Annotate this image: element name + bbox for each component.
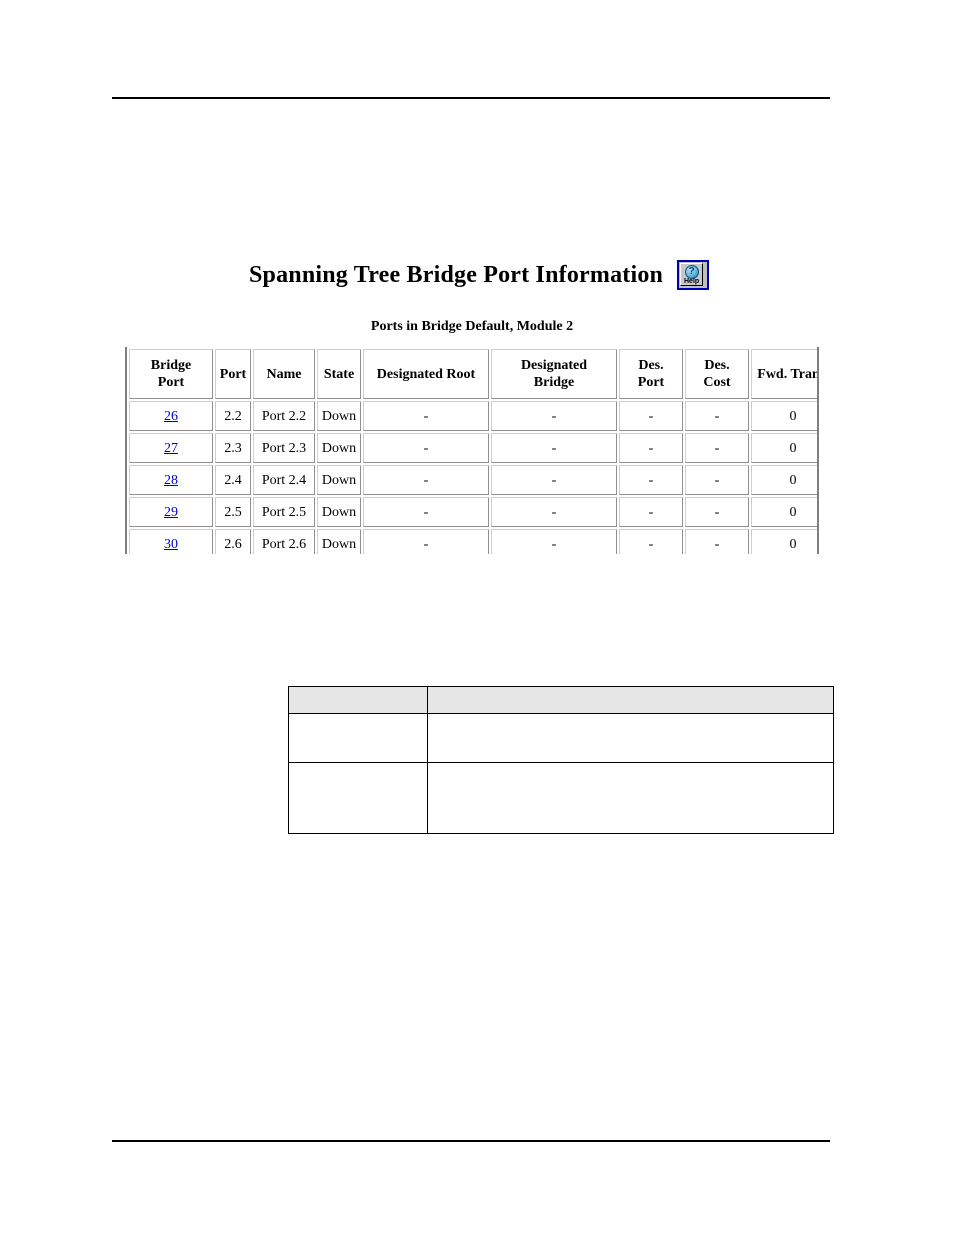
question-mark-icon: ?: [684, 265, 699, 279]
cell-designated-bridge: -: [491, 433, 617, 463]
help-button[interactable]: ? Help: [677, 260, 710, 290]
cell-des-cost: -: [685, 529, 749, 554]
cell-designated-root: -: [363, 465, 489, 495]
bridge-port-link[interactable]: 29: [164, 505, 178, 520]
cell-designated-bridge: -: [491, 401, 617, 431]
cell-fwd-trans: 0: [751, 433, 817, 463]
header-line: Port: [157, 375, 185, 390]
table-header-row: Bridge Port Port Name State Designated R…: [129, 349, 817, 399]
column-header-port: Port: [215, 349, 251, 399]
cell-designated-root: -: [363, 529, 489, 554]
cell-name: Port 2.3: [253, 433, 315, 463]
cell-bridge-port: 26: [129, 401, 213, 431]
cell-bridge-port: 30: [129, 529, 213, 554]
cell-state: Down: [317, 529, 361, 554]
table-row: 27 2.3 Port 2.3 Down - - - - 0: [129, 433, 817, 463]
cell-port: 2.4: [215, 465, 251, 495]
description-table: [288, 686, 834, 834]
description-cell-label: [288, 713, 428, 763]
column-header-bridge-port: Bridge Port: [129, 349, 213, 399]
cell-state: Down: [317, 433, 361, 463]
table-row: 29 2.5 Port 2.5 Down - - - - 0: [129, 497, 817, 527]
cell-bridge-port: 27: [129, 433, 213, 463]
column-header-des-port: Des. Port: [619, 349, 683, 399]
header-line: Bridge: [150, 358, 192, 373]
cell-state: Down: [317, 497, 361, 527]
column-header-name: Name: [253, 349, 315, 399]
cell-name: Port 2.4: [253, 465, 315, 495]
cell-fwd-trans: 0: [751, 401, 817, 431]
cell-des-port: -: [619, 465, 683, 495]
header-line: Des.: [704, 358, 730, 373]
column-header-state: State: [317, 349, 361, 399]
description-cell-value: [427, 713, 834, 763]
screen-title-row: Spanning Tree Bridge Port Information ? …: [249, 260, 710, 290]
cell-designated-root: -: [363, 497, 489, 527]
cell-designated-bridge: -: [491, 497, 617, 527]
page-footer-rule: [112, 1140, 830, 1142]
cell-name: Port 2.2: [253, 401, 315, 431]
table-row: 30 2.6 Port 2.6 Down - - - - 0: [129, 529, 817, 554]
cell-des-port: -: [619, 433, 683, 463]
cell-fwd-trans: 0: [751, 529, 817, 554]
cell-designated-bridge: -: [491, 529, 617, 554]
cell-state: Down: [317, 401, 361, 431]
cell-des-port: -: [619, 497, 683, 527]
description-cell-label: [288, 762, 428, 834]
column-header-fwd-trans: Fwd. Trans.: [751, 349, 817, 399]
bridge-port-link[interactable]: 27: [164, 441, 178, 456]
bridge-port-table: Bridge Port Port Name State Designated R…: [127, 347, 817, 554]
help-button-face: ? Help: [680, 263, 704, 286]
cell-designated-root: -: [363, 401, 489, 431]
table-row: 26 2.2 Port 2.2 Down - - - - 0: [129, 401, 817, 431]
cell-bridge-port: 28: [129, 465, 213, 495]
description-table-row: [288, 762, 834, 834]
header-line: Des.: [638, 358, 664, 373]
cell-des-cost: -: [685, 433, 749, 463]
cell-name: Port 2.5: [253, 497, 315, 527]
description-table-header-row: [288, 686, 834, 714]
cell-state: Down: [317, 465, 361, 495]
cell-designated-bridge: -: [491, 465, 617, 495]
cell-fwd-trans: 0: [751, 497, 817, 527]
bridge-port-link[interactable]: 26: [164, 409, 178, 424]
column-header-designated-bridge: Designated Bridge: [491, 349, 617, 399]
cell-port: 2.3: [215, 433, 251, 463]
description-header-label: [288, 686, 428, 714]
table-caption: Ports in Bridge Default, Module 2: [370, 319, 574, 334]
header-line: Bridge: [533, 375, 575, 390]
bridge-port-link[interactable]: 28: [164, 473, 178, 488]
help-button-label: Help: [684, 278, 700, 285]
cell-des-port: -: [619, 401, 683, 431]
page-header-rule: [112, 97, 830, 99]
cell-des-cost: -: [685, 465, 749, 495]
description-cell-value: [427, 762, 834, 834]
bridge-port-table-container: Bridge Port Port Name State Designated R…: [125, 347, 819, 554]
cell-des-cost: -: [685, 401, 749, 431]
header-line: Port: [637, 375, 665, 390]
header-line: Cost: [703, 375, 731, 390]
description-table-body: [288, 713, 834, 834]
description-header-value: [427, 686, 834, 714]
description-table-row: [288, 713, 834, 763]
header-line: Designated: [520, 358, 588, 373]
cell-port: 2.5: [215, 497, 251, 527]
bridge-port-table-body: 26 2.2 Port 2.2 Down - - - - 0 27 2.3 Po…: [129, 401, 817, 554]
bridge-port-link[interactable]: 30: [164, 537, 178, 552]
column-header-designated-root: Designated Root: [363, 349, 489, 399]
column-header-des-cost: Des. Cost: [685, 349, 749, 399]
cell-des-cost: -: [685, 497, 749, 527]
cell-fwd-trans: 0: [751, 465, 817, 495]
table-row: 28 2.4 Port 2.4 Down - - - - 0: [129, 465, 817, 495]
cell-name: Port 2.6: [253, 529, 315, 554]
cell-port: 2.6: [215, 529, 251, 554]
cell-designated-root: -: [363, 433, 489, 463]
page-title: Spanning Tree Bridge Port Information: [249, 261, 664, 288]
cell-bridge-port: 29: [129, 497, 213, 527]
cell-port: 2.2: [215, 401, 251, 431]
cell-des-port: -: [619, 529, 683, 554]
